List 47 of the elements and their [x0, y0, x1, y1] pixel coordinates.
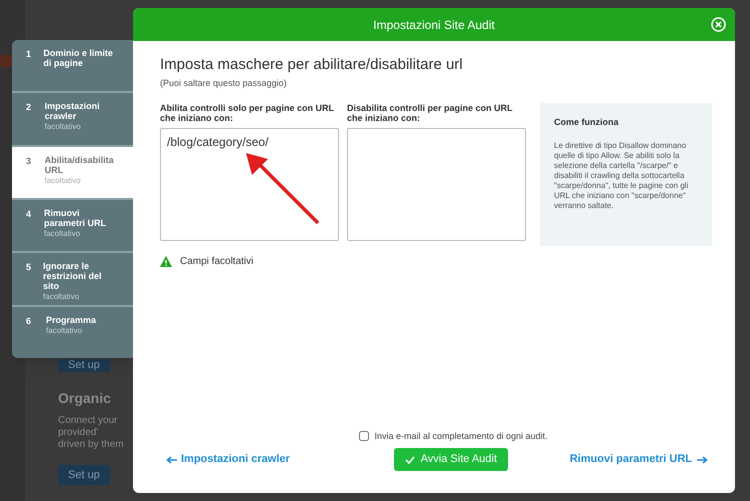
step-title: Abilita/disabilita URL [44, 154, 115, 175]
back-link[interactable]: Impostazioni crawler [166, 451, 290, 468]
card-title: Organic [58, 389, 111, 408]
right-arrow-icon [696, 456, 708, 464]
start-audit-button[interactable]: Avvia Site Audit [394, 448, 508, 471]
step-subtitle: facoltativo [44, 121, 82, 134]
next-link[interactable]: Rimuovi parametri URL [570, 451, 708, 468]
email-checkbox[interactable] [359, 431, 370, 442]
warning-icon [160, 256, 172, 266]
check-icon [404, 456, 415, 464]
dialog-title: Impostazioni Site Audit [373, 16, 495, 34]
setup-button[interactable]: Set up [58, 359, 110, 372]
left-arrow-icon [166, 456, 177, 464]
dialog-subheading: (Puoi saltare questo passaggio) [160, 77, 288, 90]
step-number: 5 [26, 261, 32, 274]
step-subtitle: facoltativo [43, 291, 80, 304]
step-subtitle: facoltativo [44, 174, 82, 187]
info-text: Le direttive di tipo Disallow dominano quelle di tipo Allow. Se abiliti solo la selezione della cartella "/scarpe/" e disabiliti il crawling della sottocartella "scarpe/donna", tutte le pagine con gli URL che iniziano con "scarpe/donne" verranno saltate. [554, 141, 690, 211]
setup-button[interactable]: Set up [58, 465, 110, 485]
step-title: Programma [46, 314, 96, 325]
step-item[interactable]: 6 Programma facoltativo [12, 304, 133, 358]
step-number: 2 [26, 101, 32, 114]
field-label: Abilita controlli solo per pagine con URL che iniziano con: [160, 102, 335, 124]
url-textarea[interactable] [347, 128, 526, 240]
field-label: Disabilita controlli per pagine con URL che iniziano con: [347, 102, 514, 124]
step-title: Rimuovi parametri URL [44, 208, 108, 228]
close-icon[interactable] [711, 17, 726, 32]
card-text: Connect your provided' driven by them [58, 415, 124, 451]
dialog-heading: Imposta maschere per abilitare/disabilitare url [160, 55, 464, 75]
step-number: 3 [26, 154, 32, 168]
warning-text: Campi facoltativi [180, 254, 254, 268]
step-number: 4 [26, 208, 32, 221]
step-item[interactable]: 2 Impostazioni crawler facoltativo [12, 91, 133, 145]
info-title: Come funziona [554, 116, 620, 128]
step-number: 1 [26, 48, 32, 61]
step-title: Impostazioni crawler [44, 101, 101, 122]
step-subtitle: facoltativo [46, 325, 84, 337]
step-subtitle: facoltativo [44, 228, 82, 240]
step-item[interactable]: 5 Ignorare le restrizioni del sito facoltativo [12, 251, 133, 305]
step-number: 6 [26, 314, 32, 328]
step-title: Ignorare le restrizioni del sito [43, 261, 103, 292]
step-title: Dominio e limite di pagine [43, 48, 114, 68]
url-textarea[interactable]: /blog/category/seo/ [160, 128, 339, 240]
step-item[interactable]: 3 Abilita/disabilita URL facoltativo [12, 144, 133, 198]
step-item[interactable]: 1 Dominio e limite di pagine [12, 40, 133, 92]
checkbox-label: Invia e-mail al completamento di ogni audit. [374, 430, 548, 443]
step-item[interactable]: 4 Rimuovi parametri URL facoltativo [12, 198, 133, 252]
